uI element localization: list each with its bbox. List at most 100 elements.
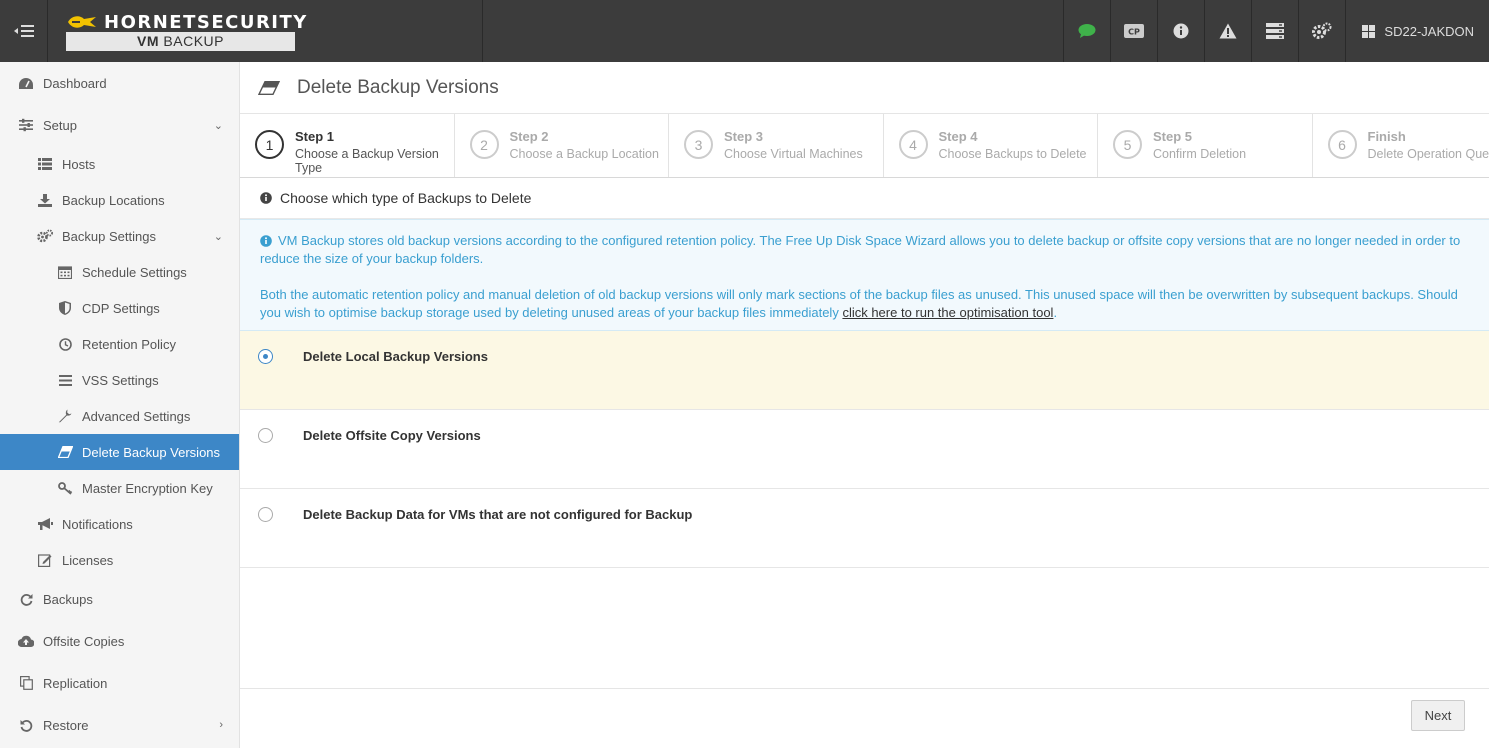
option-delete-local-backup-versions[interactable]: Delete Local Backup Versions [240, 331, 1489, 410]
sidebar-item-backups[interactable]: Backups [0, 578, 239, 620]
wizard-step-2[interactable]: 2 Step 2 Choose a Backup Location [455, 114, 669, 177]
wizard-step-1[interactable]: 1 Step 1 Choose a Backup Version Type [240, 114, 455, 177]
info-text-1: VM Backup stores old backup versions acc… [260, 233, 1461, 266]
user-name: SD22-JAKDON [1384, 23, 1474, 39]
step-number: 1 [255, 130, 284, 159]
key-icon [56, 481, 74, 495]
user-menu[interactable]: SD22-JAKDON [1345, 0, 1489, 62]
sidebar-item-cdp-settings[interactable]: CDP Settings [0, 290, 239, 326]
topbar-icons: CP SD22-JAKDON [1063, 0, 1489, 62]
step-number: 6 [1327, 130, 1357, 159]
product-prefix: VM [137, 33, 160, 49]
info-icon [1173, 23, 1189, 39]
chevron-down-icon: ⌄ [213, 230, 223, 243]
sidebar-item-notifications[interactable]: Notifications [0, 506, 239, 542]
sidebar-item-offsite-copies[interactable]: Offsite Copies [0, 620, 239, 662]
sidebar-item-dashboard[interactable]: Dashboard [0, 62, 239, 104]
wizard-step-finish[interactable]: 6 Finish Delete Operation Que [1313, 114, 1489, 177]
sidebar-item-master-encryption-key[interactable]: Master Encryption Key [0, 470, 239, 506]
sidebar-item-advanced-settings[interactable]: Advanced Settings [0, 398, 239, 434]
step-label: Step 4 [938, 129, 978, 144]
sidebar-item-label: Backup Locations [62, 192, 165, 208]
settings-button[interactable] [1298, 0, 1345, 62]
option-radio[interactable] [258, 349, 273, 364]
sidebar-item-label: CDP Settings [82, 300, 160, 316]
step-label: Finish [1367, 129, 1406, 144]
section-title: Choose which type of Backups to Delete [240, 178, 1489, 219]
step-description: Confirm Deletion [1153, 147, 1247, 161]
alerts-button[interactable] [1204, 0, 1251, 62]
sidebar-item-vss-settings[interactable]: VSS Settings [0, 362, 239, 398]
copy-icon [17, 676, 35, 690]
optimisation-tool-link[interactable]: click here to run the optimisation tool [842, 305, 1053, 320]
calendar-icon [56, 265, 74, 279]
sidebar-item-label: Retention Policy [82, 336, 176, 352]
option-radio[interactable] [258, 428, 273, 443]
bars-icon [56, 374, 74, 386]
wrench-icon [56, 409, 74, 423]
sidebar-item-label: Setup [43, 117, 77, 133]
menu-collapse-icon [13, 25, 34, 37]
option-delete-offsite-copy-versions[interactable]: Delete Offsite Copy Versions [240, 410, 1489, 489]
step-description: Choose a Backup Version Type [295, 147, 439, 175]
step-label: Step 5 [1153, 129, 1193, 144]
clock-icon [56, 337, 74, 351]
undo-icon [17, 719, 35, 732]
sidebar-item-hosts[interactable]: Hosts [0, 146, 239, 182]
sidebar-item-label: Advanced Settings [82, 408, 191, 424]
sidebar-item-backup-settings[interactable]: Backup Settings ⌄ [0, 218, 239, 254]
info-paragraph-1: VM Backup stores old backup versions acc… [260, 232, 1469, 268]
windows-icon [1362, 24, 1376, 38]
top-bar: HORNETSECURITY VM BACKUP CP SD22-JAKDON [0, 0, 1489, 62]
eraser-icon [258, 80, 280, 95]
download-icon [36, 193, 54, 207]
sidebar-item-label: Replication [43, 675, 108, 691]
sidebar-item-backup-locations[interactable]: Backup Locations [0, 182, 239, 218]
product-suffix: BACKUP [163, 33, 224, 49]
option-label: Delete Offsite Copy Versions [303, 428, 481, 443]
next-button[interactable]: Next [1411, 700, 1465, 731]
cp-button[interactable]: CP [1110, 0, 1157, 62]
wizard-step-4[interactable]: 4 Step 4 Choose Backups to Delete [884, 114, 1098, 177]
option-label: Delete Local Backup Versions [303, 349, 488, 364]
product-name: VM BACKUP [66, 32, 295, 51]
app-logo[interactable]: HORNETSECURITY VM BACKUP [66, 12, 306, 51]
option-radio[interactable] [258, 507, 273, 522]
step-description: Choose Virtual Machines [724, 147, 863, 161]
sidebar-item-setup[interactable]: Setup ⌄ [0, 104, 239, 146]
chat-icon [1078, 24, 1096, 38]
sidebar-item-licenses[interactable]: Licenses [0, 542, 239, 578]
shield-icon [56, 301, 74, 315]
step-description: Choose a Backup Location [509, 147, 659, 161]
page-header: Delete Backup Versions [240, 62, 1489, 114]
sidebar-item-retention-policy[interactable]: Retention Policy [0, 326, 239, 362]
cloud-upload-icon [17, 635, 35, 647]
option-delete-unconfigured-vm-data[interactable]: Delete Backup Data for VMs that are not … [240, 489, 1489, 568]
refresh-icon [17, 593, 35, 606]
chat-button[interactable] [1063, 0, 1110, 62]
sidebar-item-delete-backup-versions[interactable]: Delete Backup Versions [0, 434, 239, 470]
main-content: Delete Backup Versions 1 Step 1 Choose a… [240, 62, 1489, 748]
sidebar-item-label: Schedule Settings [82, 264, 187, 280]
about-button[interactable] [1157, 0, 1204, 62]
sidebar-item-label: Backups [43, 591, 93, 607]
wizard-footer: Next [240, 688, 1489, 748]
list-icon [36, 158, 54, 170]
wizard-step-5[interactable]: 5 Step 5 Confirm Deletion [1098, 114, 1313, 177]
eraser-icon [56, 446, 74, 458]
sidebar-item-label: Dashboard [43, 75, 107, 91]
step-number: 3 [684, 130, 713, 159]
sidebar-item-restore[interactable]: Restore › [0, 704, 239, 746]
topbar-divider [482, 0, 483, 62]
sidebar-item-label: Notifications [62, 516, 133, 532]
sidebar-item-replication[interactable]: Replication [0, 662, 239, 704]
info-icon [260, 192, 272, 204]
server-button[interactable] [1251, 0, 1298, 62]
sidebar-item-schedule-settings[interactable]: Schedule Settings [0, 254, 239, 290]
wizard-step-3[interactable]: 3 Step 3 Choose Virtual Machines [669, 114, 884, 177]
step-label: Step 3 [724, 129, 764, 144]
sidebar-toggle-button[interactable] [0, 0, 48, 62]
step-description: Delete Operation Que [1367, 147, 1489, 161]
server-icon [1266, 23, 1285, 39]
wizard-steps: 1 Step 1 Choose a Backup Version Type 2 … [240, 114, 1489, 178]
